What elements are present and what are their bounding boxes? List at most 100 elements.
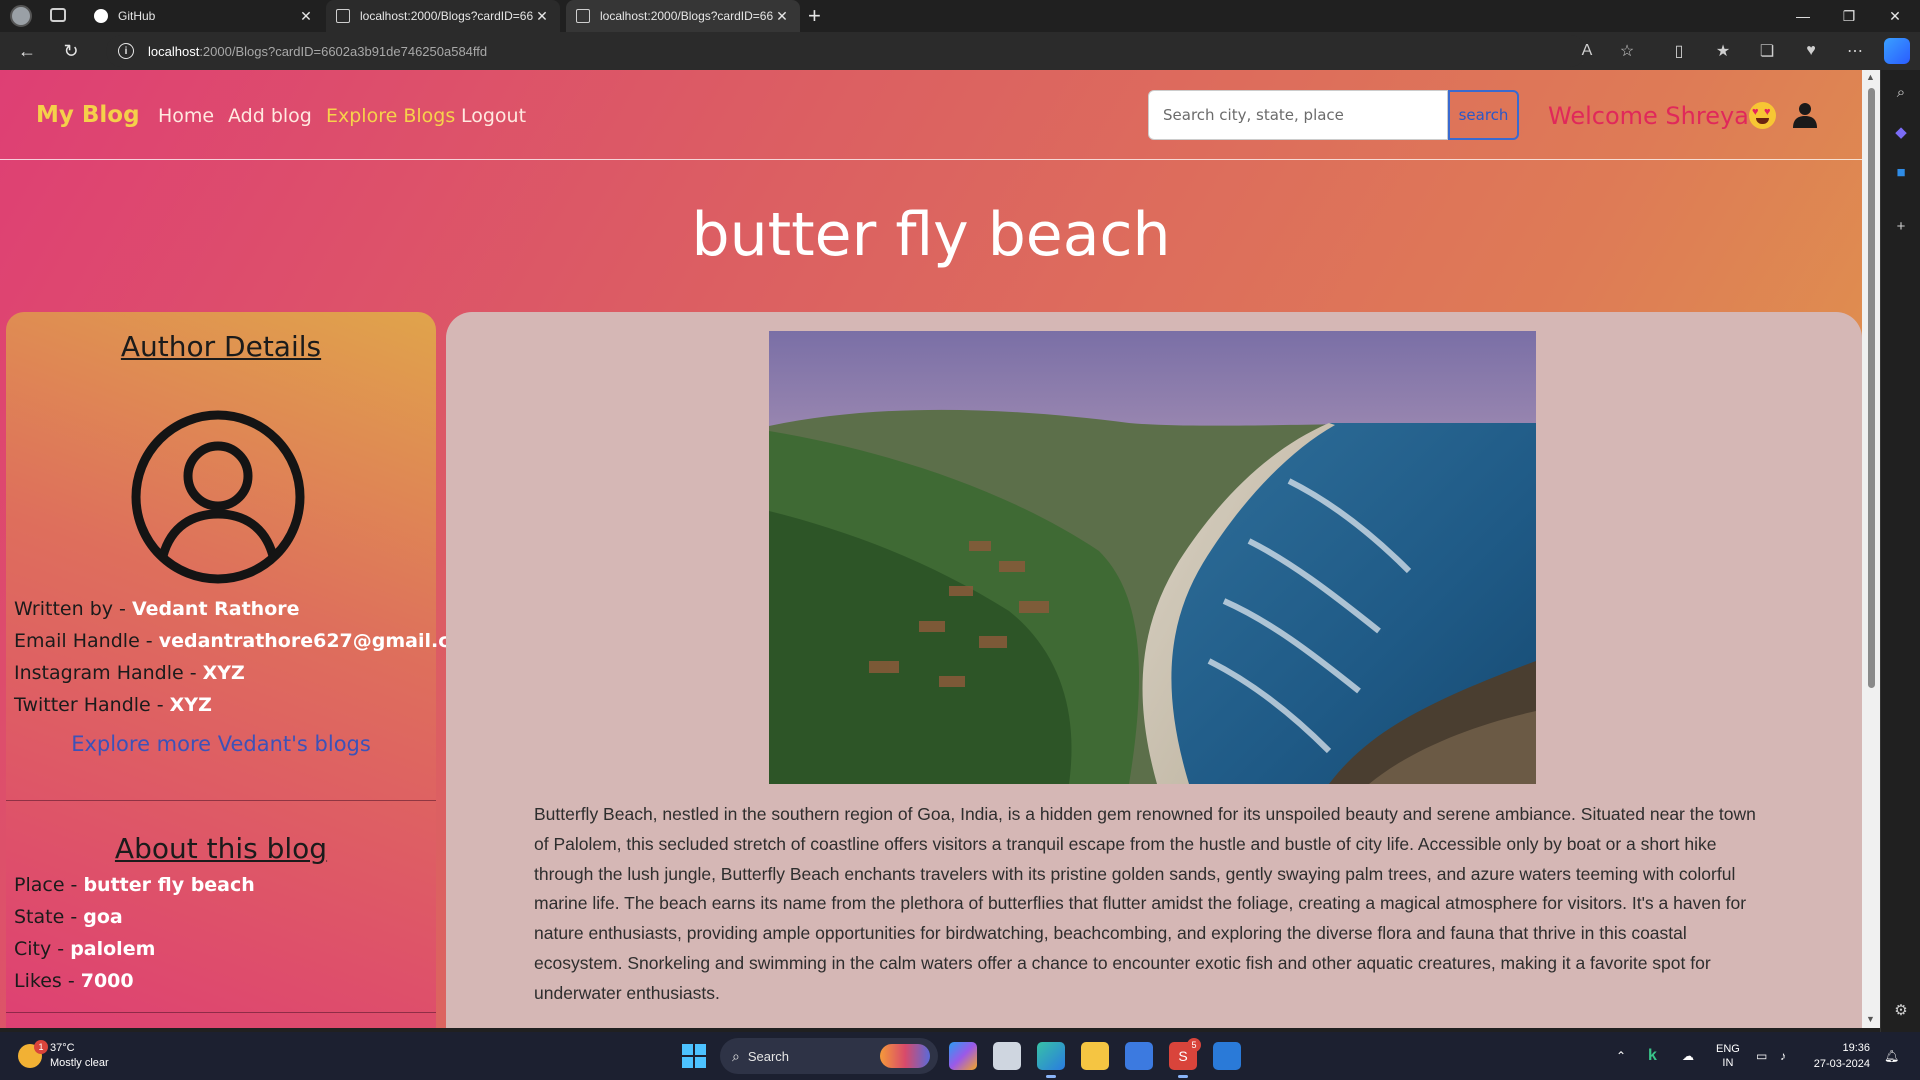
scroll-down-icon[interactable]: ▼ <box>1866 1014 1875 1024</box>
refresh-icon[interactable]: ↻ <box>58 38 84 64</box>
tab-github[interactable]: GitHub ✕ <box>84 0 324 32</box>
url-field[interactable]: i localhost:2000/Blogs?cardID=6602a3b91d… <box>106 35 1586 67</box>
search-sidebar-icon[interactable]: ⌕ <box>1891 82 1911 102</box>
author-panel: Author Details Written by - Vedant Ratho… <box>6 312 482 1028</box>
notification-bell-icon[interactable]: 🔔︎ <box>1884 1032 1899 1080</box>
clock[interactable]: 19:36 27-03-2024 <box>1806 1040 1870 1072</box>
close-window-icon[interactable]: ✕ <box>1872 0 1918 32</box>
read-aloud-icon[interactable]: A <box>1576 40 1598 62</box>
tab-localhost-2[interactable]: localhost:2000/Blogs?cardID=66 ✕ <box>566 0 800 32</box>
panel-divider <box>6 1012 436 1013</box>
minimize-icon[interactable]: — <box>1780 0 1826 32</box>
taskbar-search[interactable]: ⌕ Search <box>720 1038 938 1074</box>
tab-localhost-1[interactable]: localhost:2000/Blogs?cardID=66 ✕ <box>326 0 560 32</box>
new-tab-button[interactable]: + <box>808 3 821 29</box>
nav-home[interactable]: Home <box>158 105 214 127</box>
page-icon <box>576 9 590 23</box>
page-viewport: My Blog Home Add blog Explore Blogs Logo… <box>0 70 1862 1028</box>
blog-content-panel: Butterfly Beach, nestled in the southern… <box>446 312 1862 1028</box>
start-button[interactable] <box>682 1044 706 1068</box>
tray-overflow-icon[interactable]: ⌃ <box>1616 1032 1626 1080</box>
file-explorer-icon[interactable] <box>1081 1042 1109 1070</box>
nav-logout[interactable]: Logout <box>461 105 526 127</box>
place-label: Place - <box>14 874 84 896</box>
windows-taskbar: 1 37°C Mostly clear ⌕ Search S 5 ⌃ k ☁ E… <box>0 1032 1920 1080</box>
favorites-icon[interactable]: ★ <box>1712 40 1734 62</box>
taskbar-search-label: Search <box>747 1048 790 1064</box>
split-screen-icon[interactable]: ▯ <box>1668 40 1690 62</box>
url-path: :2000/Blogs?cardID=6602a3b91de746250a584… <box>199 43 488 59</box>
github-icon <box>94 9 108 23</box>
brand-logo[interactable]: My Blog <box>36 102 140 128</box>
heart-eyes-emoji-icon: ♥ ♥ <box>1749 102 1776 129</box>
search-input[interactable] <box>1148 90 1448 140</box>
restore-icon[interactable]: ❐ <box>1826 0 1872 32</box>
browser-tab-bar: GitHub ✕ localhost:2000/Blogs?cardID=66 … <box>0 0 1920 32</box>
performance-icon[interactable]: ♥ <box>1800 40 1822 62</box>
written-by-row: Written by - Vedant Rathore <box>14 598 300 620</box>
place-row: Place - butter fly beach <box>14 874 255 896</box>
panel-divider <box>6 800 436 801</box>
edge-app-icon[interactable] <box>1037 1042 1065 1078</box>
tab-title: GitHub <box>118 9 156 23</box>
state-value: goa <box>83 906 123 928</box>
close-tab-icon[interactable]: ✕ <box>774 8 790 25</box>
state-label: State - <box>14 906 84 928</box>
sidebar-settings-icon[interactable]: ⚙ <box>1891 1000 1911 1020</box>
user-icon[interactable] <box>1792 102 1818 128</box>
volume-icon[interactable]: ♪ <box>1780 1032 1786 1080</box>
copilot-app-icon[interactable] <box>949 1042 977 1070</box>
task-view-icon[interactable] <box>993 1042 1021 1070</box>
close-tab-icon[interactable]: ✕ <box>298 8 314 25</box>
profile-icon[interactable] <box>10 5 32 27</box>
about-blog-heading: About this blog <box>114 832 328 865</box>
region-code: IN <box>1722 1057 1734 1069</box>
copilot-icon[interactable] <box>1884 38 1910 64</box>
close-tab-icon[interactable]: ✕ <box>534 8 550 25</box>
place-value: butter fly beach <box>83 874 255 896</box>
nav-explore-blogs[interactable]: Explore Blogs <box>326 105 455 127</box>
instagram-row: Instagram Handle - XYZ <box>14 662 245 684</box>
weather-badge: 1 <box>34 1040 48 1054</box>
site-info-icon[interactable]: i <box>118 43 134 59</box>
back-icon[interactable]: ← <box>14 38 40 64</box>
outlook-icon[interactable]: ■ <box>1891 162 1911 182</box>
page-scrollbar[interactable]: ▲ ▼ <box>1862 70 1880 1028</box>
weather-desc[interactable]: Mostly clear <box>50 1057 109 1069</box>
tab-actions-icon[interactable] <box>50 8 66 22</box>
likes-value: 7000 <box>80 970 134 992</box>
author-details-heading: Author Details <box>120 330 322 363</box>
clock-time: 19:36 <box>1842 1042 1870 1054</box>
tab-title: localhost:2000/Blogs?cardID=66 <box>360 9 534 23</box>
favorite-star-icon[interactable]: ☆ <box>1616 40 1638 62</box>
instagram-label: Instagram Handle - <box>14 662 203 684</box>
instagram-value: XYZ <box>202 662 245 684</box>
store-icon[interactable] <box>1125 1042 1153 1070</box>
tray-app-icon[interactable]: k <box>1648 1032 1657 1080</box>
search-highlight-image <box>880 1044 930 1068</box>
city-value: palolem <box>70 938 156 960</box>
likes-label: Likes - <box>14 970 81 992</box>
explore-more-link[interactable]: Explore more Vedant's blogs <box>6 732 436 756</box>
address-bar: ← ↻ i localhost:2000/Blogs?cardID=6602a3… <box>0 32 1920 70</box>
language-code: ENG <box>1716 1043 1740 1055</box>
page-icon <box>336 9 350 23</box>
scroll-thumb[interactable] <box>1868 88 1875 688</box>
onedrive-icon[interactable]: ☁ <box>1682 1032 1694 1080</box>
beach-photo <box>769 331 1536 784</box>
twitter-label: Twitter Handle - <box>14 694 170 716</box>
collections-icon[interactable]: ❏ <box>1756 40 1778 62</box>
vscode-icon[interactable] <box>1213 1042 1241 1070</box>
search-button[interactable]: search <box>1448 90 1519 140</box>
email-label: Email Handle - <box>14 630 159 652</box>
network-icon[interactable]: ▭ <box>1756 1032 1767 1080</box>
weather-temp[interactable]: 37°C <box>50 1042 75 1054</box>
language-indicator[interactable]: ENG IN <box>1716 1032 1740 1080</box>
more-options-icon[interactable]: ⋯ <box>1844 40 1866 62</box>
add-sidebar-icon[interactable]: + <box>1891 216 1911 236</box>
scroll-up-icon[interactable]: ▲ <box>1866 72 1875 82</box>
nav-add-blog[interactable]: Add blog <box>228 105 312 127</box>
url-host: localhost <box>148 43 200 59</box>
copilot-sidebar-icon[interactable]: ◆ <box>1891 122 1911 142</box>
city-label: City - <box>14 938 71 960</box>
